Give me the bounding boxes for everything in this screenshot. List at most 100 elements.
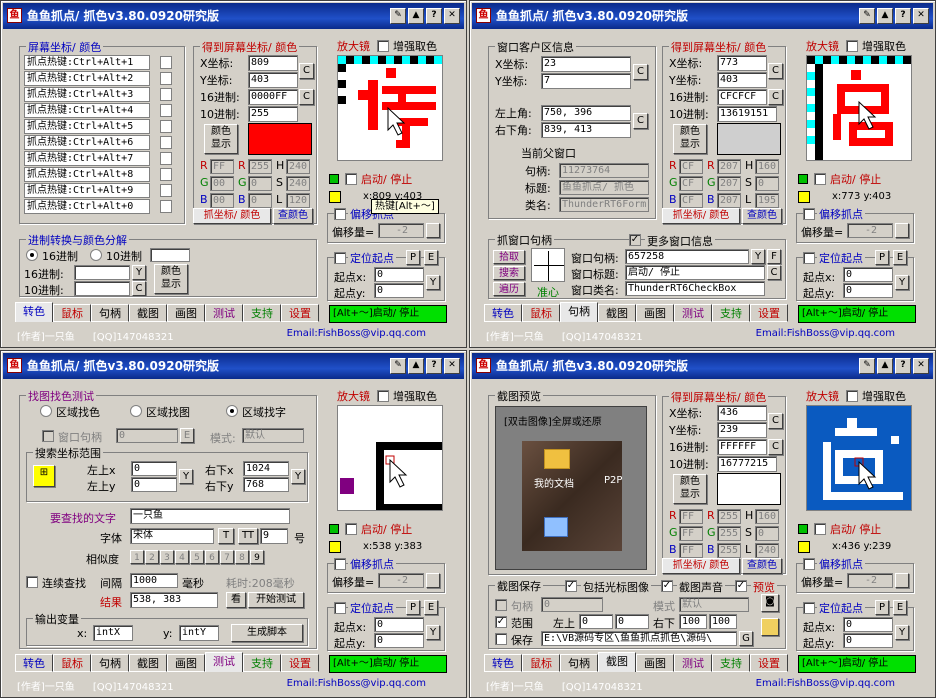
tab-3[interactable]: 截图 bbox=[129, 304, 167, 322]
font-size-field[interactable]: 9 bbox=[260, 528, 288, 544]
tab-0[interactable]: 转色 bbox=[484, 304, 522, 322]
in10-field[interactable] bbox=[74, 281, 130, 296]
tab-5[interactable]: 测试 bbox=[205, 304, 243, 322]
enhance-checkbox[interactable] bbox=[846, 390, 858, 402]
tab-1[interactable]: 鼠标 bbox=[53, 304, 91, 322]
copy-button[interactable]: C bbox=[633, 113, 648, 129]
convert-result-field[interactable] bbox=[150, 248, 190, 262]
start-checkbox[interactable] bbox=[814, 173, 826, 185]
btn-e[interactable]: E bbox=[424, 600, 438, 615]
cursor-pick-icon[interactable] bbox=[798, 191, 810, 203]
minimize-button[interactable]: ▲ bbox=[877, 8, 893, 24]
color-show-button[interactable]: 颜色 显示 bbox=[673, 124, 707, 154]
copy-hex-button[interactable]: C bbox=[768, 439, 783, 455]
pin-icon[interactable]: ✎ bbox=[859, 358, 875, 374]
startx-field[interactable]: 0 bbox=[374, 617, 424, 632]
window-class-field[interactable]: ThunderRT6CheckBox bbox=[625, 281, 765, 296]
btn-y[interactable]: Y bbox=[291, 469, 305, 484]
pin-icon[interactable]: ✎ bbox=[859, 8, 875, 24]
hotkey-slot[interactable] bbox=[160, 136, 172, 149]
offset-checkbox[interactable] bbox=[803, 558, 815, 570]
btn-p[interactable]: P bbox=[406, 600, 420, 615]
btn-y[interactable]: Y bbox=[426, 275, 440, 290]
similarity-option[interactable]: 5 bbox=[190, 550, 204, 564]
close-button[interactable]: ✕ bbox=[913, 358, 929, 374]
tab-0[interactable]: 转色 bbox=[15, 302, 53, 322]
help-button[interactable]: ? bbox=[426, 358, 442, 374]
radio-find-image[interactable] bbox=[130, 405, 142, 417]
ltx-field[interactable]: 0 bbox=[579, 614, 613, 629]
preview-checkbox[interactable]: ✓ bbox=[735, 580, 747, 592]
in16-field[interactable] bbox=[74, 265, 130, 280]
starty-field[interactable]: 0 bbox=[374, 633, 424, 648]
copy-coords-button[interactable]: C bbox=[768, 63, 783, 79]
similarity-option[interactable]: 9 bbox=[250, 550, 264, 564]
cursor-pick-icon[interactable] bbox=[798, 541, 810, 553]
dec-field[interactable]: 13619151 bbox=[717, 106, 777, 122]
email-link[interactable]: Email:FishBoss@vip.qq.com bbox=[756, 678, 895, 689]
start-checkbox[interactable] bbox=[814, 523, 826, 535]
btn-p[interactable]: P bbox=[875, 250, 889, 265]
tab-4[interactable]: 画图 bbox=[167, 304, 205, 322]
lty-field[interactable]: 0 bbox=[615, 614, 649, 629]
tab-3[interactable]: 截图 bbox=[598, 652, 636, 672]
pick-button[interactable]: 拾取 bbox=[493, 250, 525, 264]
start-stop-hotkey-bar[interactable]: [Alt+～]启动/ 停止 bbox=[798, 655, 916, 673]
range-checkbox[interactable]: ✓ bbox=[495, 616, 507, 628]
preview-image[interactable]: [双击图像]全屏或还原 我的文档 P2P bbox=[495, 406, 647, 570]
rbx-field[interactable]: 1024 bbox=[243, 461, 289, 476]
y-field[interactable]: 239 bbox=[717, 422, 767, 438]
similarity-option[interactable]: 8 bbox=[235, 550, 249, 564]
tab-6[interactable]: 支持 bbox=[712, 304, 750, 322]
offset-checkbox[interactable] bbox=[803, 208, 815, 220]
window-title-field[interactable]: 启动/ 停止 bbox=[625, 265, 765, 280]
btn-y[interactable]: Y bbox=[179, 469, 193, 484]
subtab-grab[interactable]: 抓坐标/ 颜色 bbox=[193, 208, 271, 224]
more-info-checkbox[interactable]: ✓ bbox=[629, 234, 641, 246]
result-field[interactable]: 538, 383 bbox=[130, 592, 218, 608]
find-text-field[interactable]: 一只鱼 bbox=[130, 508, 290, 524]
handle-checkbox[interactable] bbox=[495, 599, 507, 611]
tab-4[interactable]: 画图 bbox=[636, 304, 674, 322]
y-field[interactable]: 7 bbox=[541, 73, 631, 89]
tab-4[interactable]: 画图 bbox=[636, 654, 674, 672]
font-button[interactable]: T bbox=[218, 528, 234, 544]
radio-find-color[interactable] bbox=[40, 405, 52, 417]
enhance-checkbox[interactable] bbox=[377, 390, 389, 402]
rby-field[interactable]: 100 bbox=[709, 614, 737, 629]
save-path-field[interactable]: E:\VB源码专区\鱼鱼抓点抓色\源码\ bbox=[541, 631, 737, 646]
starty-field[interactable]: 0 bbox=[374, 283, 424, 298]
hotkey-field[interactable]: 抓点热键:Ctrl+Alt+6 bbox=[24, 135, 150, 150]
dec-field[interactable]: 16777215 bbox=[717, 456, 777, 472]
similarity-option[interactable]: 4 bbox=[175, 550, 189, 564]
start-stop-label[interactable]: 启动/ 停止 bbox=[361, 171, 412, 187]
pin-icon[interactable]: ✎ bbox=[390, 358, 406, 374]
tab-5[interactable]: 测试 bbox=[205, 652, 243, 672]
offset-checkbox[interactable] bbox=[334, 208, 346, 220]
window-handle-checkbox[interactable] bbox=[42, 430, 54, 442]
dec-field[interactable]: 255 bbox=[248, 106, 298, 122]
offset-checkbox[interactable] bbox=[334, 558, 346, 570]
btn-p[interactable]: P bbox=[875, 600, 889, 615]
tab-0[interactable]: 转色 bbox=[484, 654, 522, 672]
btn-y[interactable]: Y bbox=[895, 625, 909, 640]
window-handle-field[interactable]: 657258 bbox=[625, 249, 749, 264]
tab-6[interactable]: 支持 bbox=[243, 304, 281, 322]
minimize-button[interactable]: ▲ bbox=[408, 358, 424, 374]
locate-checkbox[interactable] bbox=[803, 252, 815, 264]
tab-6[interactable]: 支持 bbox=[243, 654, 281, 672]
tab-2[interactable]: 句柄 bbox=[560, 654, 598, 672]
hotkey-slot[interactable] bbox=[160, 120, 172, 133]
minimize-button[interactable]: ▲ bbox=[877, 358, 893, 374]
hotkey-field[interactable]: 抓点热键:Ctrl+Alt+0 bbox=[24, 199, 150, 214]
btn-e[interactable]: E bbox=[424, 250, 438, 265]
locate-checkbox[interactable] bbox=[334, 602, 346, 614]
btn-y[interactable]: Y bbox=[895, 275, 909, 290]
btn-e[interactable]: E bbox=[893, 600, 907, 615]
color-show-button[interactable]: 颜色 显示 bbox=[673, 474, 707, 504]
help-button[interactable]: ? bbox=[895, 358, 911, 374]
similarity-option[interactable]: 1 bbox=[130, 550, 144, 564]
hotkey-field[interactable]: 抓点热键:Ctrl+Alt+5 bbox=[24, 119, 150, 134]
close-button[interactable]: ✕ bbox=[444, 358, 460, 374]
start-stop-label[interactable]: 启动/ 停止 bbox=[830, 521, 881, 537]
